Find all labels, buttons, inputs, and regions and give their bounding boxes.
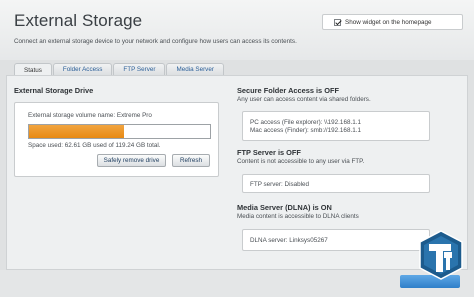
tab-folder-access[interactable]: Folder Access	[52, 63, 113, 75]
space-used-text: Space used: 62.61 GB used of 119.24 GB t…	[28, 142, 161, 149]
storage-usage-fill	[29, 125, 124, 138]
page-title: External Storage	[14, 11, 143, 30]
ftp-server-status: FTP server: Disabled	[250, 181, 310, 188]
safely-remove-drive-button[interactable]: Safely remove drive	[97, 154, 166, 167]
volume-name: External storage volume name: Extreme Pr…	[28, 112, 152, 119]
panel-header: External Storage Connect an external sto…	[0, 0, 474, 60]
tab-ftp-server[interactable]: FTP Server	[113, 63, 166, 75]
page-subtitle: Connect an external storage device to yo…	[14, 38, 297, 45]
checkbox-checked-icon[interactable]	[334, 18, 341, 26]
show-widget-label: Show widget on the homepage	[345, 18, 432, 26]
external-storage-panel: External Storage Connect an external sto…	[0, 0, 474, 297]
tab-media-server[interactable]: Media Server	[166, 63, 224, 75]
pc-access-text: PC access (File explorer): \\192.168.1.1	[250, 119, 361, 126]
ftp-heading: FTP Server is OFF	[237, 148, 301, 157]
drive-heading: External Storage Drive	[14, 86, 94, 95]
secure-folder-card	[242, 111, 430, 141]
watermark-logo	[419, 230, 463, 280]
tab-bar: Status Folder Access FTP Server Media Se…	[14, 63, 225, 76]
media-heading: Media Server (DLNA) is ON	[237, 203, 332, 212]
secure-folder-heading: Secure Folder Access is OFF	[237, 86, 340, 95]
dlna-server-name: DLNA server: Linksys05267	[250, 237, 328, 244]
secure-folder-description: Any user can access content via shared f…	[237, 96, 371, 103]
show-widget-checkbox[interactable]: Show widget on the homepage	[322, 14, 463, 30]
storage-usage-bar	[28, 124, 211, 139]
mac-access-text: Mac access (Finder): smb://192.168.1.1	[250, 127, 361, 134]
refresh-button[interactable]: Refresh	[172, 154, 210, 167]
panel-footer	[0, 270, 474, 297]
media-description: Media content is accessible to DLNA clie…	[237, 213, 359, 220]
ftp-description: Content is not accessible to any user vi…	[237, 158, 365, 165]
